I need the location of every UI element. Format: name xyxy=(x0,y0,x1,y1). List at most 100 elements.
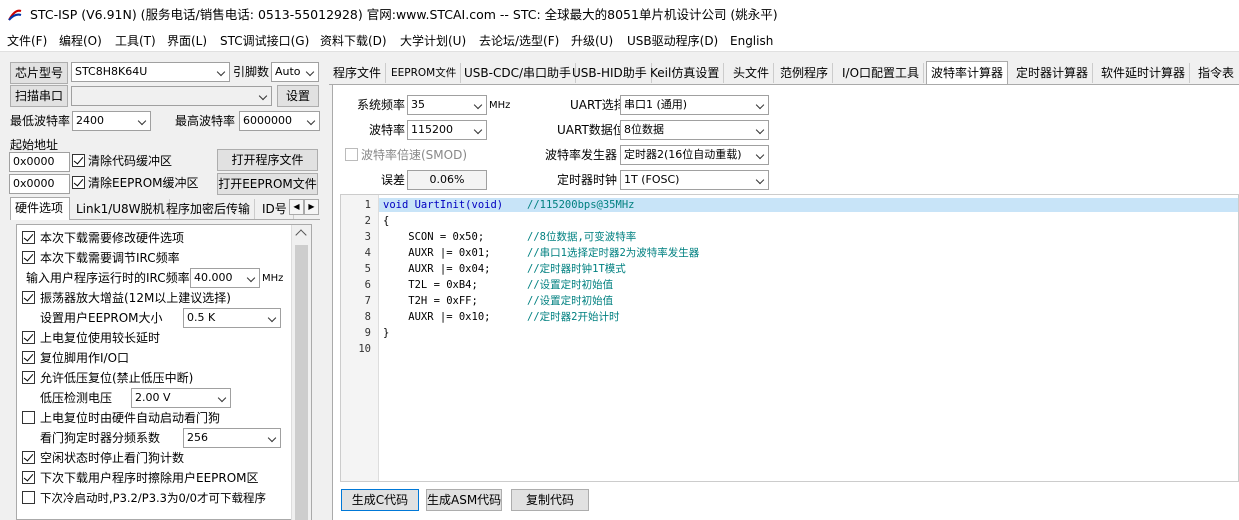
reset-pin-io-checkbox[interactable] xyxy=(22,351,35,364)
current-line-highlight xyxy=(379,198,1238,212)
uart-bits-select[interactable]: 8位数据 xyxy=(620,120,769,140)
low-voltage-reset-checkbox[interactable] xyxy=(22,371,35,384)
tab-timer-calc[interactable]: 定时器计算器 xyxy=(1012,63,1094,83)
tab-encrypt-transfer[interactable]: 程序加密后传输 xyxy=(162,199,256,219)
osc-gain-checkbox[interactable] xyxy=(22,291,35,304)
system-freq-select[interactable]: 35 xyxy=(407,95,487,115)
scroll-up-icon[interactable] xyxy=(295,229,307,241)
uart-select-label: UART选择 xyxy=(570,98,626,112)
tab-eeprom-file[interactable]: EEPROM文件 xyxy=(387,63,462,83)
chip-type-select[interactable]: STC8H8K64U xyxy=(71,62,230,82)
error-value: 0.06% xyxy=(407,170,487,190)
idle-stop-watchdog-checkbox[interactable] xyxy=(22,451,35,464)
long-reset-delay-checkbox[interactable] xyxy=(22,331,35,344)
tab-program-file[interactable]: 程序文件 xyxy=(329,63,387,83)
app-icon xyxy=(8,8,22,22)
max-baud-select[interactable]: 6000000 xyxy=(239,111,320,131)
tab-io-config[interactable]: I/O口配置工具 xyxy=(838,63,925,83)
tab-scroll-right[interactable]: ▶ xyxy=(304,199,319,215)
menu-program[interactable]: 编程(O) xyxy=(59,33,102,49)
baud-rate-select[interactable]: 115200 xyxy=(407,120,487,140)
tab-baud-calc[interactable]: 波特率计算器 xyxy=(926,61,1009,84)
tab-usb-hid[interactable]: USB-HID助手 xyxy=(568,63,652,83)
eeprom-size-select[interactable]: 0.5 K xyxy=(183,308,281,328)
code-text: AUXR |= 0x01; xyxy=(383,247,491,259)
erase-eeprom-checkbox[interactable] xyxy=(22,471,35,484)
uart-bits-label: UART数据位 xyxy=(557,123,625,137)
options-scrollbar[interactable] xyxy=(291,225,311,520)
menu-file[interactable]: 文件(F) xyxy=(7,33,47,49)
scroll-thumb[interactable] xyxy=(295,245,308,520)
generate-c-button[interactable]: 生成C代码 xyxy=(341,489,419,511)
tab-usb-cdc[interactable]: USB-CDC/串口助手 xyxy=(460,63,577,83)
settings-button[interactable]: 设置 xyxy=(277,85,319,107)
copy-code-button[interactable]: 复制代码 xyxy=(511,489,589,511)
cold-boot-p32-label: 下次冷启动时,P3.2/P3.3为0/0才可下载程序 xyxy=(40,491,266,505)
code-editor[interactable]: 1 void UartInit(void) //115200bps@35MHz 2 {3… xyxy=(340,194,1239,482)
timer-clock-select[interactable]: 1T (FOSC) xyxy=(620,170,769,190)
uart-select[interactable]: 串口1 (通用) xyxy=(620,95,769,115)
pin-count-label: 引脚数 xyxy=(233,65,270,79)
window-title: STC-ISP (V6.91N) (服务电话/销售电话: 0513-550129… xyxy=(30,7,778,22)
tab-keil-sim[interactable]: Keil仿真设置 xyxy=(646,63,725,83)
cold-boot-p32-checkbox[interactable] xyxy=(22,491,35,504)
code-text: AUXR |= 0x10; xyxy=(383,311,491,323)
chip-type-label: 芯片型号 xyxy=(10,62,68,84)
min-baud-select[interactable]: 2400 xyxy=(72,111,151,131)
code-text: T2L = 0xB4; xyxy=(383,279,478,291)
menu-interface[interactable]: 界面(L) xyxy=(167,33,207,49)
smod-label: 波特率倍速(SMOD) xyxy=(361,148,468,162)
left-tab-strip: 硬件选项 Link1/U8W脱机 程序加密后传输 ID号 ◀ ▶ xyxy=(10,197,320,220)
idle-stop-watchdog-label: 空闲状态时停止看门狗计数 xyxy=(40,451,185,465)
tab-instruction-table[interactable]: 指令表 xyxy=(1194,63,1238,83)
irc-frequency-select[interactable]: 40.000 xyxy=(190,268,260,288)
tab-hardware-options[interactable]: 硬件选项 xyxy=(10,197,70,220)
tab-link1-u8w[interactable]: Link1/U8W脱机 xyxy=(72,199,170,219)
baud-generator-select[interactable]: 定时器2(16位自动重载) xyxy=(620,145,769,165)
clear-eeprom-label: 清除EEPROM缓冲区 xyxy=(88,176,199,190)
timer-clock-label: 定时器时钟 xyxy=(557,173,618,187)
generate-asm-button[interactable]: 生成ASM代码 xyxy=(426,489,502,511)
pin-count-select[interactable]: Auto xyxy=(271,62,319,82)
tab-delay-calc[interactable]: 软件延时计算器 xyxy=(1097,63,1191,83)
menu-usb-driver[interactable]: USB驱动程序(D) xyxy=(627,33,718,49)
line-number: 1 xyxy=(364,199,371,211)
clear-eeprom-checkbox[interactable] xyxy=(72,176,85,189)
tab-scroll-left[interactable]: ◀ xyxy=(289,199,304,215)
auto-watchdog-checkbox[interactable] xyxy=(22,411,35,424)
line-number: 4 xyxy=(364,247,371,259)
open-eeprom-button[interactable]: 打开EEPROM文件 xyxy=(217,173,318,195)
irc-unit: MHz xyxy=(262,273,284,284)
code-text: } xyxy=(383,327,390,339)
watchdog-divider-select[interactable]: 256 xyxy=(183,428,281,448)
menu-english[interactable]: English xyxy=(730,33,773,49)
scan-port-button[interactable]: 扫描串口 xyxy=(10,85,68,107)
menu-download[interactable]: 资料下载(D) xyxy=(320,33,387,49)
line-number: 6 xyxy=(364,279,371,291)
code-comment: //8位数据,可变波特率 xyxy=(527,231,637,243)
line-number: 10 xyxy=(358,343,371,355)
menu-tools[interactable]: 工具(T) xyxy=(115,33,156,49)
error-label: 误差 xyxy=(381,173,406,187)
tab-examples[interactable]: 范例程序 xyxy=(776,63,834,83)
code-comment: //设置定时初始值 xyxy=(527,295,614,307)
eeprom-address-input[interactable]: 0x0000 xyxy=(9,174,70,194)
clear-code-checkbox[interactable] xyxy=(72,154,85,167)
right-tab-strip: 程序文件 EEPROM文件 USB-CDC/串口助手 USB-HID助手 Kei… xyxy=(329,61,1239,85)
line-number: 8 xyxy=(364,311,371,323)
open-program-button[interactable]: 打开程序文件 xyxy=(217,149,318,171)
tab-header-file[interactable]: 头文件 xyxy=(729,63,775,83)
low-voltage-label: 低压检测电压 xyxy=(40,391,113,405)
adjust-irc-checkbox[interactable] xyxy=(22,251,35,264)
code-text: SCON = 0x50; xyxy=(383,231,485,243)
menu-university[interactable]: 大学计划(U) xyxy=(400,33,466,49)
menu-forum[interactable]: 去论坛/选型(F) xyxy=(479,33,559,49)
smod-checkbox[interactable] xyxy=(345,148,358,161)
modify-hw-options-checkbox[interactable] xyxy=(22,231,35,244)
low-voltage-select[interactable]: 2.00 V xyxy=(131,388,231,408)
menu-debug[interactable]: STC调试接口(G) xyxy=(220,33,309,49)
menu-upgrade[interactable]: 升级(U) xyxy=(571,33,613,49)
code-text: void UartInit(void) xyxy=(383,199,504,211)
port-select[interactable] xyxy=(71,86,272,106)
code-address-input[interactable]: 0x0000 xyxy=(9,152,70,172)
